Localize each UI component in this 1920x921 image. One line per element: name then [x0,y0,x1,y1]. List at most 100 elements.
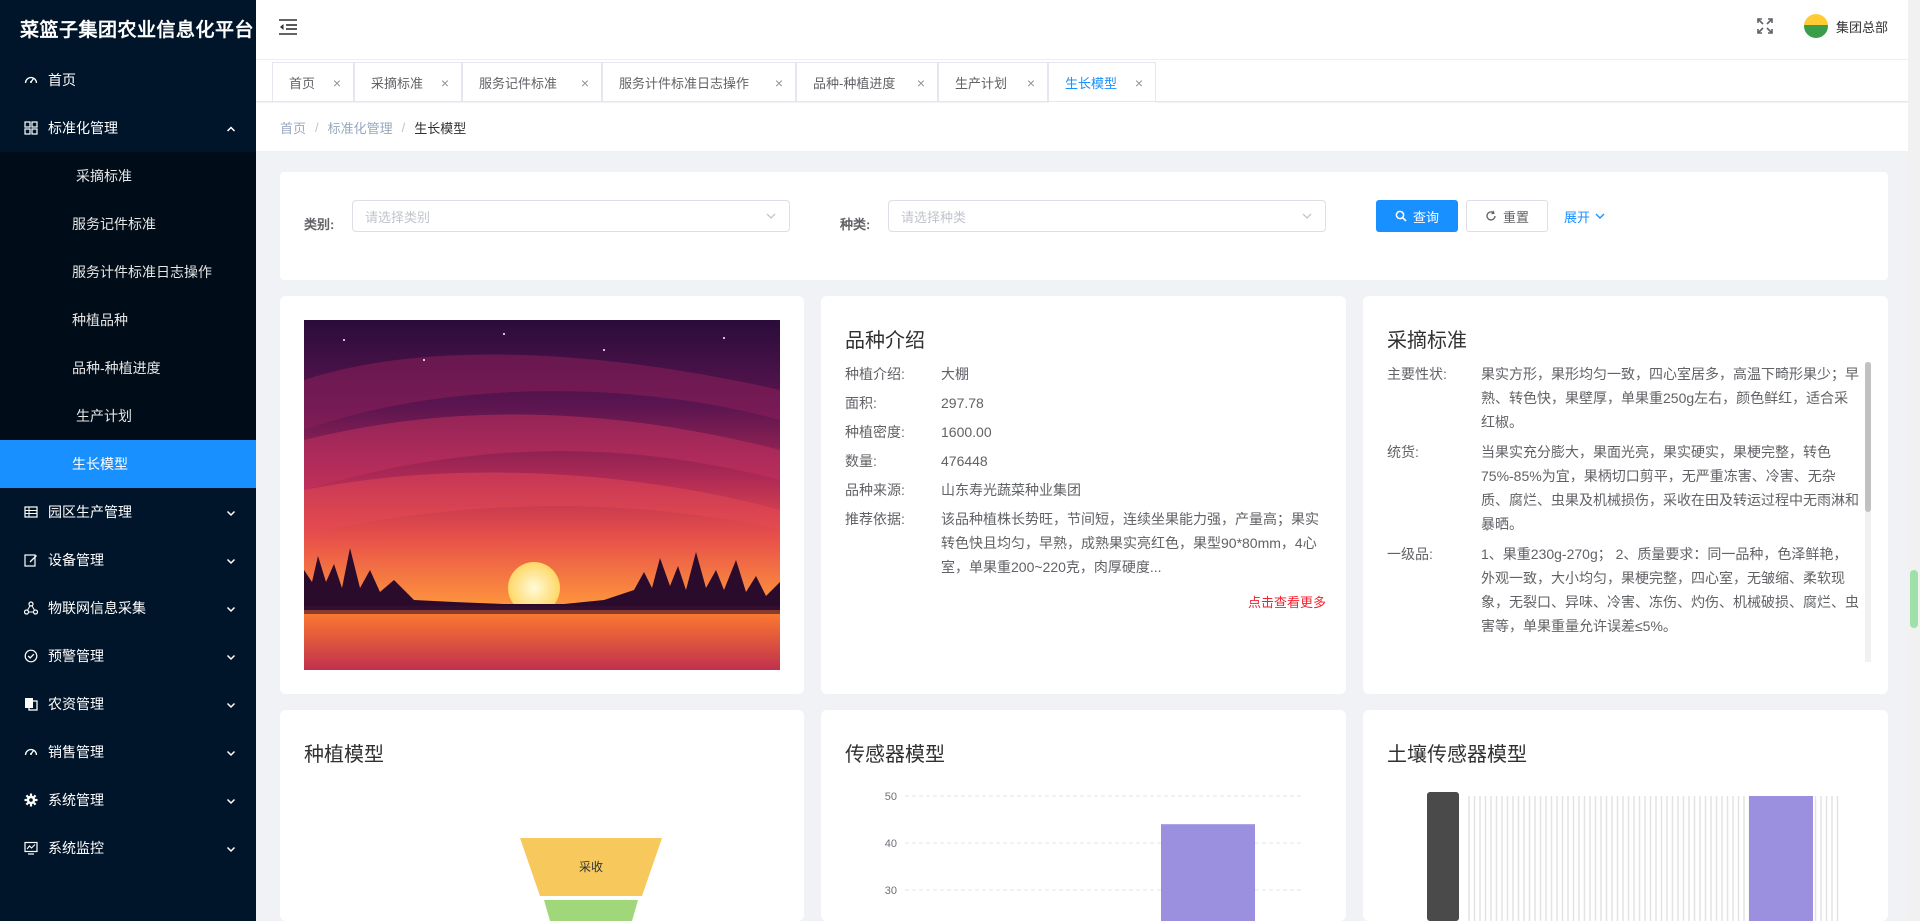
info-value: 大棚 [941,366,969,382]
std-row: 一级品: 1、果重230g-270g； 2、质量要求：同一品种，色泽鲜艳，外观一致… [1387,542,1859,638]
sidebar-item-label: 生长模型 [72,456,128,472]
sidebar-subitem-picking-standard[interactable]: 采摘标准 [0,152,256,200]
picking-standard-card: 采摘标准 主要性状: 果实方形，果形均匀一致，四心室居多，高温下畸形果少；早熟、转… [1363,296,1888,694]
query-button[interactable]: 查询 [1376,200,1458,232]
sidebar-item-alert[interactable]: 预警管理 [0,632,256,680]
sidebar-subitem-service-record[interactable]: 服务记件标准 [0,200,256,248]
picking-standard-content: 主要性状: 果实方形，果形均匀一致，四心室居多，高温下畸形果少；早熟、转色快，果壁… [1387,362,1859,658]
tab-label: 服务计件标准日志操作 [619,76,750,91]
check-circle-icon [24,649,38,663]
tab-picking-standard[interactable]: 采摘标准 × [354,62,462,102]
category-select[interactable]: 请选择类别 [352,200,790,232]
category-placeholder: 请选择类别 [365,209,431,225]
copy-icon [24,697,38,711]
avatar [1804,14,1828,38]
tab-label: 服务记件标准 [479,76,558,91]
sidebar-item-sales[interactable]: 销售管理 [0,728,256,776]
tab-service-log[interactable]: 服务计件标准日志操作 × [602,62,796,102]
tab-production-plan[interactable]: 生产计划 × [938,62,1048,102]
sunset-image [304,320,780,670]
table-icon [24,505,38,519]
sidebar-item-system[interactable]: 系统管理 [0,776,256,824]
tab-label: 生长模型 [1065,76,1118,91]
kind-select[interactable]: 请选择种类 [888,200,1326,232]
sidebar-subitem-service-log[interactable]: 服务计件标准日志操作 [0,248,256,296]
close-icon[interactable]: × [1027,75,1035,91]
page-scrollbar-thumb[interactable] [1910,570,1918,628]
sidebar-item-park-production[interactable]: 园区生产管理 [0,488,256,536]
user-name: 集团总部 [1836,19,1889,35]
view-more-link[interactable]: 点击查看更多 [1248,592,1326,611]
info-row: 品种来源: 山东寿光蔬菜种业集团 [845,478,1325,502]
network-icon [24,601,38,615]
info-value: 297.78 [941,395,984,411]
close-icon[interactable]: × [581,75,589,91]
info-value: 该品种植株长势旺，节间短，连续坐果能力强，产量高；果实转色快且均匀，早熟，成熟果… [941,511,1319,575]
category-label: 类别: [304,217,335,232]
tab-label: 首页 [289,76,316,91]
sidebar-item-label: 系统监控 [48,840,104,856]
variety-intro-title: 品种介绍 [845,330,925,352]
tab-label: 采摘标准 [371,76,424,91]
tab-variety-progress[interactable]: 品种-种植进度 × [796,62,938,102]
query-button-label: 查询 [1412,209,1439,225]
breadcrumb-item[interactable]: 首页 [280,118,306,137]
reset-button[interactable]: 重置 [1466,200,1548,232]
breadcrumb-separator: / [401,119,406,135]
tab-service-record[interactable]: 服务记件标准 × [462,62,602,102]
info-row: 种植介绍: 大棚 [845,362,1325,386]
sidebar-item-label: 服务记件标准 [72,216,156,232]
sidebar-subitem-production-plan[interactable]: 生产计划 [0,392,256,440]
sidebar-item-label: 首页 [48,72,76,88]
close-icon[interactable]: × [441,75,449,91]
picking-standard-title: 采摘标准 [1387,330,1467,352]
sidebar-item-label: 种植品种 [72,312,128,328]
chevron-down-icon [226,745,236,761]
sidebar-item-label: 生产计划 [76,408,132,424]
chevron-down-icon [1594,210,1606,222]
bar[interactable] [1161,824,1255,921]
page-scrollbar[interactable] [1908,0,1920,921]
chevron-down-icon [765,210,777,225]
expand-button[interactable]: 展开 [1558,200,1612,232]
sidebar-subitem-variety-progress[interactable]: 品种-种植进度 [0,344,256,392]
scrollbar[interactable] [1865,362,1871,662]
close-icon[interactable]: × [1135,75,1143,91]
expand-button-label: 展开 [1563,209,1590,225]
chevron-down-icon [226,601,236,617]
sidebar-item-monitor[interactable]: 系统监控 [0,824,256,872]
sidebar-subitem-planting-variety[interactable]: 种植品种 [0,296,256,344]
sidebar-item-standardization[interactable]: 标准化管理 [0,104,256,152]
y-tick-label: 40 [885,838,897,850]
menu-fold-icon[interactable] [278,18,298,39]
breadcrumb-item[interactable]: 标准化管理 [328,118,393,137]
funnel-label: 采收 [579,860,603,874]
tab-growth-model[interactable]: 生长模型 × [1048,62,1156,103]
close-icon[interactable]: × [333,75,341,91]
close-icon[interactable]: × [917,75,925,91]
close-icon[interactable]: × [775,75,783,91]
fullscreen-icon[interactable] [1756,17,1774,38]
sidebar-item-iot[interactable]: 物联网信息采集 [0,584,256,632]
sidebar-subitem-growth-model[interactable]: 生长模型 [0,440,256,488]
y-tick-label: 50 [885,791,897,803]
sidebar-item-agri-material[interactable]: 农资管理 [0,680,256,728]
info-row: 面积: 297.78 [845,391,1325,415]
sidebar-item-label: 设备管理 [48,552,104,568]
sidebar-item-label: 农资管理 [48,696,104,712]
dashboard-icon [24,745,38,759]
bar[interactable] [1749,796,1813,921]
info-value: 山东寿光蔬菜种业集团 [941,482,1081,498]
tab-home[interactable]: 首页 × [272,62,354,102]
info-row: 种植密度: 1600.00 [845,420,1325,444]
sidebar-item-home[interactable]: 首页 [0,56,256,104]
chevron-down-icon [226,841,236,857]
chevron-down-icon [226,697,236,713]
scrollbar-thumb[interactable] [1865,362,1871,512]
std-key: 主要性状: [1387,366,1447,382]
user-menu[interactable]: 集团总部 [1804,14,1888,38]
std-key: 一级品: [1387,546,1433,562]
variety-image-card [280,296,804,694]
sidebar-item-equipment[interactable]: 设备管理 [0,536,256,584]
tab-label: 生产计划 [955,76,1008,91]
